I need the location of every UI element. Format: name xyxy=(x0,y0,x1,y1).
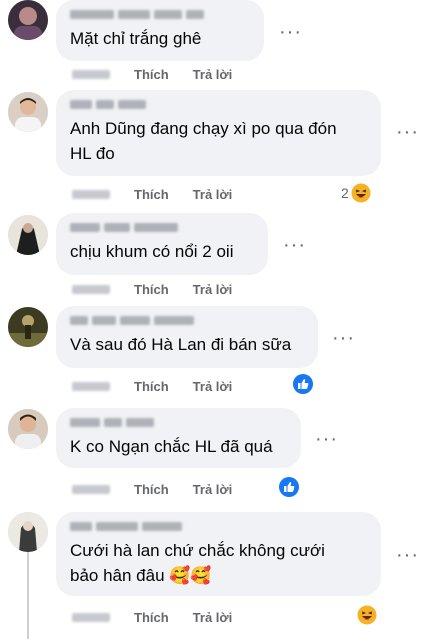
comment-actions: Thích Trả lời xyxy=(72,186,232,202)
like-button[interactable]: Thích xyxy=(134,282,169,297)
reply-button[interactable]: Trả lời xyxy=(193,379,233,394)
haha-emoji-icon xyxy=(351,183,371,203)
comment-actions: Thích Trả lời xyxy=(72,609,232,625)
comment-text: chịu khum có nổi 2 oii xyxy=(70,242,234,261)
author-name-blurred[interactable] xyxy=(70,314,304,326)
comment-text: Mặt chỉ trắng ghê xyxy=(70,29,202,48)
reaction-summary[interactable] xyxy=(357,605,377,625)
like-button[interactable]: Thích xyxy=(134,187,169,202)
timestamp-blurred[interactable] xyxy=(72,484,110,494)
more-options-icon[interactable]: ··· xyxy=(279,22,302,42)
author-name-blurred[interactable] xyxy=(70,8,250,20)
comment-bubble: Cưới hà lan chứ chắc không cưới bảo hân … xyxy=(56,512,381,596)
author-name-blurred[interactable] xyxy=(70,520,367,532)
reaction-summary[interactable]: 2 xyxy=(341,183,371,203)
more-options-icon[interactable]: ··· xyxy=(396,545,419,565)
author-name-blurred[interactable] xyxy=(70,221,254,233)
comment-bubble: K co Ngạn chắc HL đã quá xyxy=(56,408,301,468)
comment-text: Anh Dũng đang chạy xì po qua đón HL đo xyxy=(70,119,337,163)
avatar[interactable] xyxy=(8,409,48,449)
avatar[interactable] xyxy=(8,307,48,347)
author-name-blurred[interactable] xyxy=(70,416,287,428)
avatar[interactable] xyxy=(8,512,48,552)
timestamp-blurred[interactable] xyxy=(72,381,110,391)
comment-text: Cưới hà lan chứ chắc không cưới bảo hân … xyxy=(70,541,325,585)
comment-bubble: Anh Dũng đang chạy xì po qua đón HL đo xyxy=(56,90,381,176)
more-options-icon[interactable]: ··· xyxy=(315,429,338,449)
reaction-summary[interactable] xyxy=(293,374,313,394)
reaction-count: 2 xyxy=(341,185,349,201)
author-name-blurred[interactable] xyxy=(70,98,367,110)
reaction-summary[interactable] xyxy=(279,477,299,497)
like-button[interactable]: Thích xyxy=(134,379,169,394)
comment-actions: Thích Trả lời xyxy=(72,281,232,297)
comment-actions: Thích Trả lời xyxy=(72,378,232,394)
comment-bubble: Mặt chỉ trắng ghê xyxy=(56,0,264,61)
like-icon xyxy=(293,374,313,394)
like-icon xyxy=(279,477,299,497)
avatar[interactable] xyxy=(8,0,48,40)
timestamp-blurred[interactable] xyxy=(72,284,110,294)
reply-button[interactable]: Trả lời xyxy=(193,282,233,297)
timestamp-blurred[interactable] xyxy=(72,69,110,79)
comment-actions: Thích Trả lời xyxy=(72,481,232,497)
reply-button[interactable]: Trả lời xyxy=(193,67,233,82)
haha-emoji-icon xyxy=(357,605,377,625)
more-options-icon[interactable]: ··· xyxy=(396,122,419,142)
avatar[interactable] xyxy=(8,92,48,132)
like-button[interactable]: Thích xyxy=(134,610,169,625)
comment-bubble: chịu khum có nổi 2 oii xyxy=(56,213,268,275)
timestamp-blurred[interactable] xyxy=(72,189,110,199)
reply-button[interactable]: Trả lời xyxy=(193,187,233,202)
like-button[interactable]: Thích xyxy=(134,482,169,497)
reply-button[interactable]: Trả lời xyxy=(193,482,233,497)
comment-text: Và sau đó Hà Lan đi bán sữa xyxy=(70,335,292,354)
reply-thread-line xyxy=(27,551,29,639)
avatar[interactable] xyxy=(8,215,48,255)
reply-button[interactable]: Trả lời xyxy=(193,610,233,625)
comment-text: K co Ngạn chắc HL đã quá xyxy=(70,437,273,456)
comment-actions: Thích Trả lời xyxy=(72,66,232,82)
more-options-icon[interactable]: ··· xyxy=(283,235,306,255)
more-options-icon[interactable]: ··· xyxy=(332,328,355,348)
timestamp-blurred[interactable] xyxy=(72,612,110,622)
comment-bubble: Và sau đó Hà Lan đi bán sữa xyxy=(56,306,318,368)
like-button[interactable]: Thích xyxy=(134,67,169,82)
